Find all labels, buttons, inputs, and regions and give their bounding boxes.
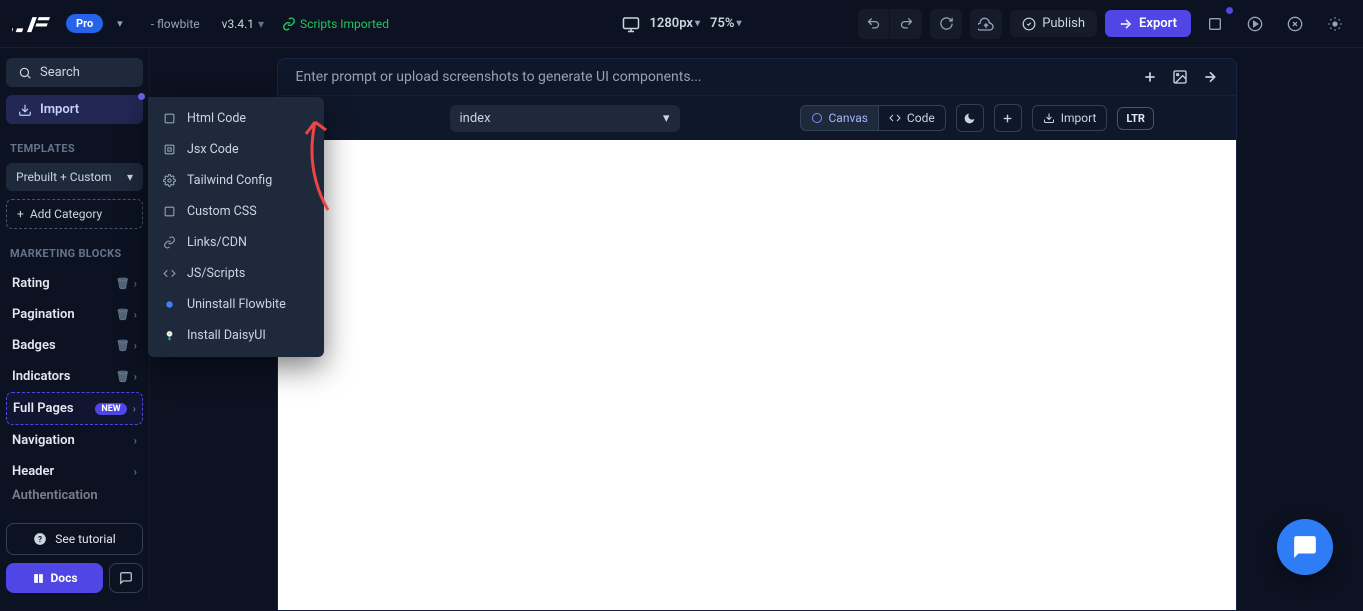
- trash-icon[interactable]: 🗑: [116, 308, 130, 321]
- svg-text:?: ?: [38, 534, 42, 544]
- canvas-import-button[interactable]: Import: [1032, 105, 1108, 131]
- canvas-toolbar: index ▾ Canvas Code Import LTR: [278, 96, 1236, 140]
- prompt-input[interactable]: Enter prompt or upload screenshots to ge…: [296, 69, 1132, 85]
- menu-tailwind-config[interactable]: Tailwind Config: [148, 165, 324, 196]
- scripts-imported-status: Scripts Imported: [282, 17, 389, 31]
- chevron-right-icon: ›: [133, 402, 136, 415]
- menu-custom-css[interactable]: Custom CSS: [148, 196, 324, 227]
- device-icon[interactable]: [621, 15, 639, 33]
- html-icon: [162, 111, 177, 126]
- menu-js-scripts[interactable]: JS/Scripts: [148, 258, 324, 289]
- topbar: Pro ▾ - flowbite v3.4.1▾ Scripts Importe…: [0, 0, 1363, 48]
- canvas[interactable]: [278, 140, 1236, 610]
- export-button[interactable]: Export: [1105, 10, 1191, 37]
- chevron-right-icon: ›: [134, 277, 137, 290]
- page-selector[interactable]: index ▾: [450, 105, 680, 132]
- sidebar-item-badges[interactable]: Badges🗑›: [6, 330, 143, 361]
- code-icon: [162, 266, 177, 281]
- code-tab[interactable]: Code: [879, 105, 946, 131]
- version-selector[interactable]: v3.4.1▾: [222, 17, 264, 31]
- download-icon: [18, 103, 32, 117]
- close-icon[interactable]: [1279, 9, 1311, 39]
- templates-section-label: TEMPLATES: [6, 142, 143, 155]
- chevron-down-icon: ▾: [127, 170, 133, 184]
- ltr-toggle[interactable]: LTR: [1117, 107, 1154, 130]
- sidebar-item-full-pages[interactable]: Full PagesNEW›: [6, 392, 143, 425]
- project-name: - flowbite: [151, 17, 200, 31]
- jsx-icon: [162, 142, 177, 157]
- marketing-blocks-label: MARKETING BLOCKS: [6, 247, 143, 260]
- chevron-right-icon: ›: [134, 434, 137, 447]
- menu-uninstall-flowbite[interactable]: Uninstall Flowbite: [148, 289, 324, 320]
- message-icon: [119, 571, 133, 585]
- book-icon: [32, 572, 45, 585]
- import-button[interactable]: Import: [6, 95, 143, 124]
- chat-fab[interactable]: [1277, 519, 1333, 575]
- add-page-button[interactable]: [994, 104, 1022, 132]
- menu-install-daisyui[interactable]: Install DaisyUI: [148, 320, 324, 351]
- sidebar-item-authentication[interactable]: Authentication: [6, 487, 143, 503]
- see-tutorial-button[interactable]: ? See tutorial: [6, 523, 143, 555]
- sidebar-item-header[interactable]: Header›: [6, 456, 143, 487]
- preview-icon[interactable]: [1239, 9, 1271, 39]
- layers-icon[interactable]: [1199, 9, 1231, 39]
- chevron-right-icon: ›: [134, 370, 137, 383]
- theme-toggle-icon[interactable]: [1319, 9, 1351, 39]
- undo-button[interactable]: [858, 9, 890, 39]
- sidebar-item-pagination[interactable]: Pagination🗑›: [6, 299, 143, 330]
- menu-jsx-code[interactable]: Jsx Code: [148, 134, 324, 165]
- daisyui-icon: [162, 328, 177, 343]
- menu-links-cdn[interactable]: Links/CDN: [148, 227, 324, 258]
- chat-help-button[interactable]: [109, 563, 143, 593]
- canvas-width[interactable]: 1280px▾: [649, 16, 700, 31]
- plus-icon: +: [17, 207, 24, 221]
- chevron-down-icon: ▾: [663, 111, 670, 126]
- sidebar-item-rating[interactable]: Rating🗑›: [6, 268, 143, 299]
- css-icon: [162, 204, 177, 219]
- dark-mode-toggle[interactable]: [956, 104, 984, 132]
- canvas-tab[interactable]: Canvas: [800, 105, 879, 131]
- add-category-button[interactable]: + Add Category: [6, 199, 143, 229]
- image-icon[interactable]: [1172, 69, 1188, 85]
- canvas-zoom[interactable]: 75%▾: [710, 16, 741, 31]
- chevron-right-icon: ›: [134, 339, 137, 352]
- chevron-right-icon: ›: [134, 308, 137, 321]
- canvas-area: Enter prompt or upload screenshots to ge…: [150, 48, 1363, 603]
- publish-button[interactable]: Publish: [1010, 10, 1097, 37]
- menu-html-code[interactable]: Html Code: [148, 103, 324, 134]
- trash-icon[interactable]: 🗑: [116, 339, 130, 352]
- prompt-bar: Enter prompt or upload screenshots to ge…: [278, 59, 1236, 96]
- chat-icon: [1292, 534, 1318, 560]
- docs-button[interactable]: Docs: [6, 563, 103, 593]
- gear-icon: [162, 173, 177, 188]
- sidebar-item-indicators[interactable]: Indicators🗑›: [6, 361, 143, 392]
- logo: [12, 14, 56, 34]
- new-badge: NEW: [95, 403, 126, 415]
- chevron-right-icon: ›: [134, 465, 137, 478]
- project-dropdown-icon[interactable]: ▾: [113, 17, 127, 30]
- pro-badge: Pro: [66, 14, 103, 33]
- sidebar: Search Import TEMPLATES Prebuilt + Custo…: [0, 48, 150, 603]
- editor-panel: Enter prompt or upload screenshots to ge…: [277, 58, 1237, 611]
- cloud-sync-button[interactable]: [970, 9, 1002, 39]
- plus-icon[interactable]: [1142, 69, 1158, 85]
- flowbite-icon: [162, 297, 177, 312]
- template-source-dropdown[interactable]: Prebuilt + Custom ▾: [6, 163, 143, 191]
- trash-icon[interactable]: 🗑: [116, 277, 130, 290]
- search-icon: [18, 66, 32, 80]
- sidebar-item-navigation[interactable]: Navigation›: [6, 425, 143, 456]
- help-icon: ?: [33, 532, 47, 546]
- arrow-right-icon[interactable]: [1202, 69, 1218, 85]
- viewport-controls: 1280px▾ 75%▾: [621, 15, 741, 33]
- redo-button[interactable]: [890, 9, 922, 39]
- import-context-menu: Html Code Jsx Code Tailwind Config Custo…: [148, 97, 324, 357]
- refresh-button[interactable]: [930, 9, 962, 39]
- link-icon: [162, 235, 177, 250]
- search-button[interactable]: Search: [6, 58, 143, 87]
- trash-icon[interactable]: 🗑: [116, 370, 130, 383]
